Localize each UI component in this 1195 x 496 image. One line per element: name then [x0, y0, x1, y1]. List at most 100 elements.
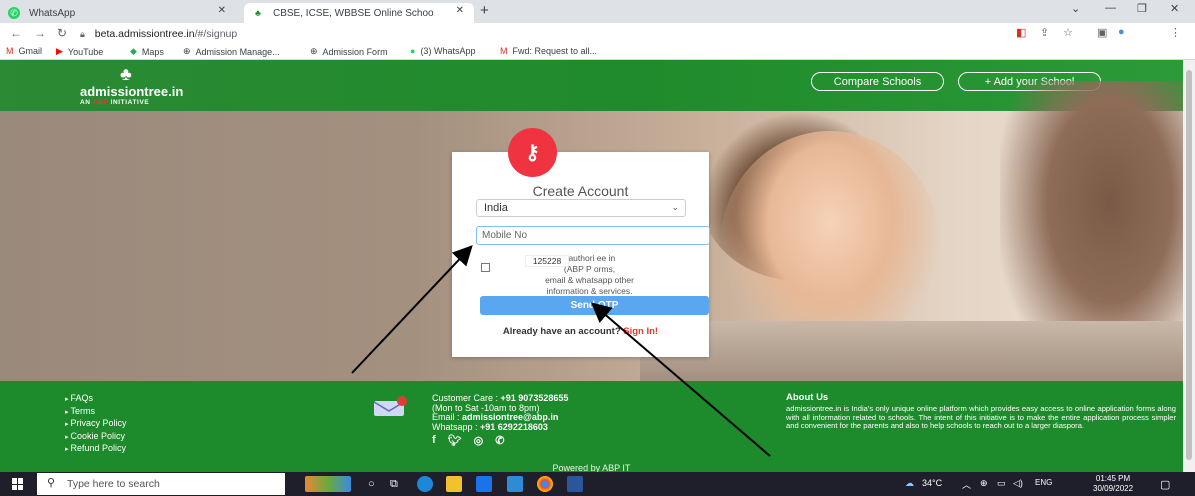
windows-taskbar: ⚲ Type here to search ○ ⧉ ☁ 34°C ︿ ⊕ ▭ ◁…: [0, 472, 1195, 496]
bookmark-label: Admission Manage...: [195, 46, 280, 57]
language-indicator[interactable]: ENG: [1035, 478, 1052, 487]
url-host: beta.admissiontree.in: [94, 28, 195, 40]
web-page: ♣ admissiontree.in AN ABP INITIATIVE Com…: [0, 60, 1183, 472]
close-tab-icon[interactable]: ✕: [456, 5, 464, 16]
youtube-icon: ▶: [56, 46, 63, 56]
cortana-icon[interactable]: ○: [368, 478, 375, 490]
create-account-title: Create Account: [532, 183, 629, 199]
country-value: India: [484, 202, 508, 214]
site-footer: FAQs Terms Privacy Policy Cookie Policy …: [0, 381, 1183, 472]
chevron-down-icon: ⌄: [671, 202, 679, 212]
footer-link-refund[interactable]: Refund Policy: [65, 443, 126, 456]
tab-label: WhatsApp: [29, 7, 76, 19]
edge-icon[interactable]: [417, 476, 433, 492]
bookmark-maps[interactable]: ◆ Maps: [130, 46, 164, 57]
logo-tagline: AN ABP INITIATIVE: [80, 99, 150, 106]
about-us: About Us admissiontree.in is India's onl…: [786, 393, 1176, 431]
mobile-number-input[interactable]: Mobile No: [476, 226, 710, 245]
whatsapp-icon[interactable]: ✆: [495, 434, 504, 447]
captcha-overlay: 125228: [525, 255, 569, 267]
tree-logo-icon: ♣: [120, 64, 132, 84]
file-explorer-icon[interactable]: [446, 476, 462, 492]
page-scrollbar[interactable]: [1183, 60, 1195, 472]
news-widget-icon[interactable]: [305, 476, 351, 492]
side-panel-icon[interactable]: ▣: [1097, 26, 1107, 39]
email-link[interactable]: admissiontree@abp.in: [462, 412, 558, 422]
footer-link-cookie[interactable]: Cookie Policy: [65, 431, 126, 444]
tab-label: CBSE, ICSE, WBBSE Online Schoo: [273, 7, 434, 19]
bookmark-admission-manage[interactable]: ⊕ Admission Manage...: [183, 46, 280, 57]
powered-by: Powered by ABP IT: [552, 463, 631, 472]
gmail-icon: M: [500, 46, 508, 56]
close-window-button[interactable]: ✕: [1170, 2, 1179, 15]
consent-checkbox[interactable]: [481, 263, 490, 272]
chrome-icon[interactable]: [537, 476, 553, 492]
tab-admissiontree[interactable]: ♣ CBSE, ICSE, WBBSE Online Schoo ✕: [244, 3, 474, 23]
profile-avatar-icon[interactable]: ●: [1118, 26, 1125, 38]
translate-icon[interactable]: ◧: [1016, 26, 1026, 39]
back-icon[interactable]: ←: [10, 26, 22, 40]
tray-chevron-icon[interactable]: ︿: [962, 478, 971, 491]
search-icon: ⚲: [47, 477, 56, 489]
task-view-icon[interactable]: ⧉: [390, 478, 398, 491]
logo-name: admissiontree.in: [80, 84, 184, 99]
facebook-icon[interactable]: f: [432, 434, 436, 447]
word-icon[interactable]: [567, 476, 583, 492]
sign-in-link[interactable]: Sign In!: [623, 326, 658, 337]
bookmark-label: (3) WhatsApp: [420, 46, 476, 56]
weather-temp[interactable]: 34°C: [922, 478, 942, 488]
windows-start-icon[interactable]: [12, 478, 24, 490]
store-icon[interactable]: [476, 476, 492, 492]
twitter-icon[interactable]: 🐦︎: [448, 434, 462, 447]
country-select[interactable]: India ⌄: [476, 199, 686, 217]
tab-whatsapp[interactable]: ✆ WhatsApp ✕: [0, 3, 236, 23]
tray-monitor-icon[interactable]: ▭: [997, 478, 1006, 489]
globe-icon: ⊕: [310, 46, 318, 56]
taskbar-search[interactable]: ⚲ Type here to search: [37, 473, 285, 495]
weather-icon[interactable]: ☁: [905, 478, 914, 489]
menu-kebab-icon[interactable]: ⋮: [1170, 26, 1181, 39]
restore-button[interactable]: ❐: [1137, 2, 1147, 15]
footer-link-terms[interactable]: Terms: [65, 406, 126, 419]
whatsapp-number[interactable]: +91 6292218603: [480, 422, 548, 432]
search-placeholder: Type here to search: [67, 478, 160, 490]
social-links: f 🐦︎ ◎ ✆: [432, 434, 504, 447]
bookmark-star-icon[interactable]: ☆: [1063, 26, 1073, 39]
bookmark-label: Fwd: Request to all...: [512, 46, 598, 56]
compare-schools-button[interactable]: Compare Schools: [811, 72, 944, 91]
send-otp-button[interactable]: Send OTP: [480, 296, 709, 315]
tray-network-icon[interactable]: ⊕: [980, 478, 988, 489]
browser-tab-strip: ✆ WhatsApp ✕ ♣ CBSE, ICSE, WBBSE Online …: [0, 0, 1195, 23]
footer-link-privacy[interactable]: Privacy Policy: [65, 418, 126, 431]
url-field[interactable]: 🔒︎ beta.admissiontree.in/#/signup: [80, 26, 980, 42]
volume-icon[interactable]: ◁): [1013, 478, 1023, 489]
bookmark-label: Gmail: [18, 46, 43, 56]
scrollbar-thumb[interactable]: [1186, 70, 1192, 460]
system-clock[interactable]: 01:45 PM 30/09/2022: [1093, 474, 1133, 494]
close-tab-icon[interactable]: ✕: [218, 5, 226, 16]
share-icon[interactable]: ⇪: [1040, 26, 1049, 39]
bookmark-youtube[interactable]: ▶ YouTube: [56, 46, 103, 57]
hero-photo-table: [640, 321, 1183, 381]
forward-icon[interactable]: →: [34, 26, 46, 40]
globe-icon: ⊕: [183, 46, 191, 56]
instagram-icon[interactable]: ◎: [474, 434, 484, 447]
bookmark-admission-form[interactable]: ⊕ Admission Form: [310, 46, 388, 57]
new-tab-button[interactable]: +: [480, 2, 489, 19]
mail-envelope-icon: [373, 396, 407, 416]
bookmark-fwd-request[interactable]: M Fwd: Request to all...: [500, 46, 597, 56]
customer-care-number[interactable]: +91 9073528655: [501, 393, 569, 403]
footer-link-faqs[interactable]: FAQs: [65, 393, 126, 406]
reload-icon[interactable]: ↻: [57, 26, 67, 40]
bookmark-whatsapp[interactable]: ● (3) WhatsApp: [410, 46, 475, 56]
tab-search-icon[interactable]: ⌄: [1071, 2, 1080, 15]
footer-links: FAQs Terms Privacy Policy Cookie Policy …: [65, 393, 126, 456]
notification-icon[interactable]: ▢: [1160, 478, 1170, 491]
key-icon: ⚷: [508, 128, 557, 177]
minimize-button[interactable]: —: [1105, 2, 1116, 14]
bookmark-label: Admission Form: [322, 46, 388, 57]
tree-icon: ♣: [255, 8, 261, 18]
bookmark-gmail[interactable]: M Gmail: [6, 46, 42, 56]
mail-app-icon[interactable]: [507, 476, 523, 492]
already-have-account: Already have an account? Sign In!: [502, 326, 659, 337]
